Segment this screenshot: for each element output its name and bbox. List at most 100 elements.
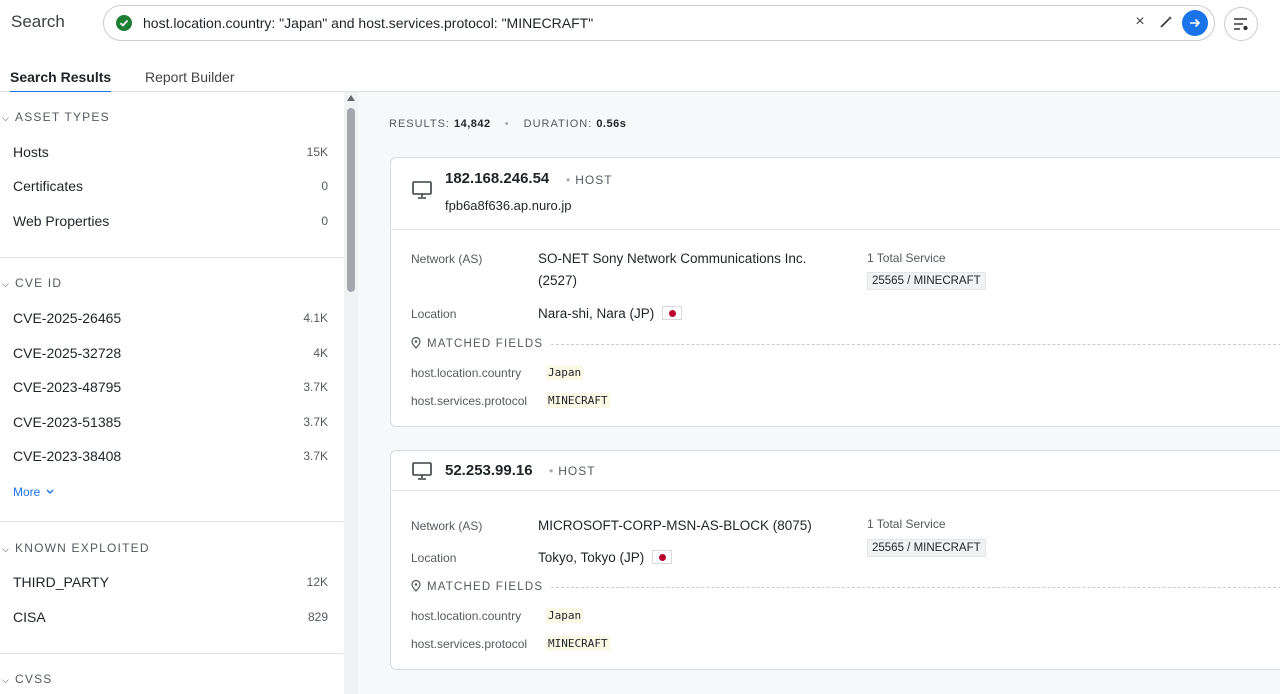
facet-header-cve-id[interactable]: ⌵ CVE ID	[0, 276, 343, 290]
matched-field-value: MINECRAFT	[546, 636, 610, 651]
separator-dot: •	[504, 118, 510, 130]
facet-item-hosts[interactable]: Hosts 15K	[13, 144, 328, 160]
chevron-down-icon: ⌵	[2, 544, 11, 554]
facet-item-third-party[interactable]: THIRD_PARTY 12K	[13, 574, 328, 590]
facet-item-count: 12K	[306, 575, 328, 589]
facet-item-cve[interactable]: CVE-2023-48795 3.7K	[13, 379, 328, 395]
location-text[interactable]: Nara-shi, Nara (JP)	[538, 306, 654, 321]
facet-item-cve[interactable]: CVE-2023-51385 3.7K	[13, 414, 328, 430]
clear-icon[interactable]: ×	[1132, 14, 1148, 30]
more-link-label: More	[13, 485, 41, 499]
divider	[0, 257, 343, 258]
search-query-input[interactable]: host.location.country: "Japan" and host.…	[143, 15, 593, 31]
chevron-down-icon: ⌵	[2, 279, 11, 289]
asset-kind: • HOST	[566, 173, 613, 187]
magic-wand-icon[interactable]	[1158, 14, 1174, 30]
result-card: 182.168.246.54 • HOST fpb6a8f636.ap.nuro.…	[390, 157, 1280, 427]
matched-fields-title: MATCHED FIELDS	[411, 580, 543, 593]
location-text[interactable]: Tokyo, Tokyo (JP)	[538, 550, 644, 565]
facet-item-web-properties[interactable]: Web Properties 0	[13, 213, 328, 229]
results-count: 14,842	[453, 118, 491, 130]
location-value: Tokyo, Tokyo (JP)	[538, 547, 673, 569]
location-label: Location	[411, 551, 457, 565]
network-value[interactable]: MICROSOFT-CORP-MSN-AS-BLOCK (8075)	[538, 515, 812, 537]
tab-report-builder[interactable]: Report Builder	[145, 69, 235, 91]
card-header: 182.168.246.54 • HOST fpb6a8f636.ap.nuro.…	[391, 158, 1280, 230]
facet-item-count: 4.1K	[303, 311, 328, 325]
facet-item-cve[interactable]: CVE-2025-32728 4K	[13, 345, 328, 361]
app-title: Search	[11, 12, 65, 31]
asset-kind: • HOST	[549, 464, 596, 478]
divider	[0, 521, 343, 522]
facet-item-label: Hosts	[13, 144, 49, 160]
asset-kind-label: HOST	[558, 464, 596, 478]
tab-search-results[interactable]: Search Results	[10, 69, 112, 93]
services-title: 1 Total Service	[867, 251, 946, 265]
facet-title: CVSS	[15, 672, 53, 686]
facet-header-asset-types[interactable]: ⌵ ASSET TYPES	[0, 110, 343, 124]
top-bar: Search host.location.country: "Japan" an…	[0, 0, 1280, 46]
monitor-icon	[411, 461, 433, 486]
facet-item-label: CVE-2025-26465	[13, 310, 122, 326]
matched-field-key: host.location.country	[411, 366, 522, 380]
facet-header-known-exploited[interactable]: ⌵ KNOWN EXPLOITED	[0, 541, 343, 555]
network-label: Network (AS)	[411, 519, 483, 533]
facet-item-cisa[interactable]: CISA 829	[13, 609, 328, 625]
card-header: 52.253.99.16 • HOST	[391, 451, 1280, 491]
services-title: 1 Total Service	[867, 517, 946, 531]
divider	[0, 653, 343, 654]
service-badge[interactable]: 25565 / MINECRAFT	[867, 539, 986, 557]
facet-item-count: 0	[321, 214, 328, 228]
sidebar-scrollbar[interactable]	[344, 92, 358, 694]
facet-title: CVE ID	[15, 276, 63, 290]
facet-item-count: 3.7K	[303, 415, 328, 429]
facet-item-cve[interactable]: CVE-2025-26465 4.1K	[13, 310, 328, 326]
facet-item-label: THIRD_PARTY	[13, 574, 109, 590]
duration-label: DURATION:	[523, 118, 593, 130]
more-cve-link[interactable]: More	[13, 485, 54, 499]
japan-flag-icon	[662, 306, 683, 320]
network-asn[interactable]: (2527)	[538, 273, 577, 288]
location-pin-icon	[411, 580, 421, 592]
host-ip-link[interactable]: 52.253.99.16	[445, 462, 533, 479]
facet-header-cvss[interactable]: ⌵ CVSS	[0, 672, 343, 686]
submit-search-button[interactable]	[1182, 10, 1208, 36]
query-options-button[interactable]	[1224, 7, 1258, 41]
dashed-divider	[551, 587, 1280, 588]
location-value: Nara-shi, Nara (JP)	[538, 303, 683, 325]
results-stats: RESULTS: 14,842 • DURATION: 0.56s	[389, 118, 626, 130]
facet-item-label: CVE-2025-32728	[13, 345, 122, 361]
matched-field-key: host.services.protocol	[411, 394, 528, 408]
network-name[interactable]: SO-NET Sony Network Communications Inc.	[538, 251, 806, 266]
duration-value: 0.56s	[596, 118, 627, 130]
facet-item-count: 0	[321, 179, 328, 193]
host-ip-link[interactable]: 182.168.246.54	[445, 170, 549, 187]
matched-fields-title: MATCHED FIELDS	[411, 337, 543, 350]
japan-flag-icon	[652, 550, 673, 564]
monitor-icon	[411, 180, 433, 205]
matched-field-key: host.services.protocol	[411, 637, 528, 651]
valid-query-check-icon	[116, 15, 132, 31]
network-label: Network (AS)	[411, 252, 483, 266]
scroll-up-arrow-icon[interactable]	[347, 95, 355, 101]
facet-item-count: 15K	[306, 145, 328, 159]
facet-item-cve[interactable]: CVE-2023-38408 3.7K	[13, 448, 328, 464]
results-label: RESULTS:	[389, 118, 450, 130]
facet-title: ASSET TYPES	[15, 110, 110, 124]
matched-field-value: Japan	[546, 608, 584, 623]
search-box[interactable]: host.location.country: "Japan" and host.…	[103, 5, 1215, 41]
facet-item-certificates[interactable]: Certificates 0	[13, 178, 328, 194]
scrollbar-thumb[interactable]	[347, 108, 355, 292]
network-value: SO-NET Sony Network Communications Inc. (…	[538, 248, 806, 292]
facet-sidebar: ⌵ ASSET TYPES Hosts 15K Certificates 0 We…	[0, 92, 358, 694]
results-panel: RESULTS: 14,842 • DURATION: 0.56s 182.168.…	[358, 92, 1280, 694]
matched-field-value: MINECRAFT	[546, 393, 610, 408]
matched-fields-label: MATCHED FIELDS	[427, 581, 544, 593]
facet-item-count: 829	[307, 610, 328, 624]
asset-kind-label: HOST	[575, 173, 613, 187]
matched-field-key: host.location.country	[411, 609, 522, 623]
facet-item-count: 3.7K	[303, 380, 328, 394]
chevron-down-icon	[46, 489, 54, 494]
facet-item-label: CISA	[13, 609, 46, 625]
service-badge[interactable]: 25565 / MINECRAFT	[867, 272, 986, 290]
